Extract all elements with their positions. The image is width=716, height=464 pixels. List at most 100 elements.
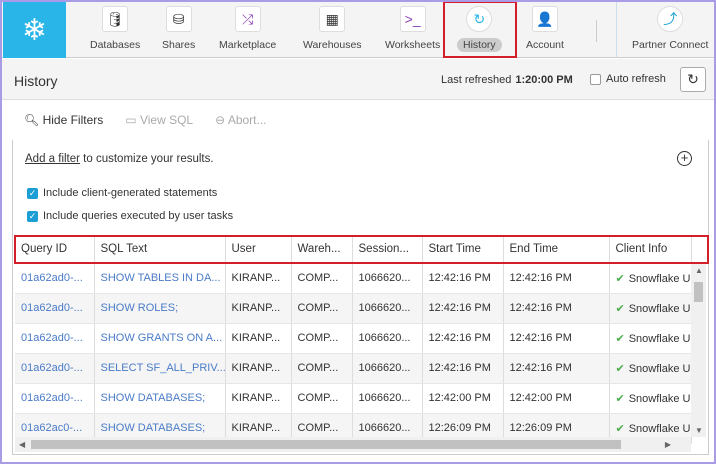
horizontal-scrollbar[interactable]: ◀ ▶	[15, 437, 691, 452]
table-row[interactable]: 01a62ad0-... SHOW DATABASES; KIRANP... COMP…	[15, 383, 692, 414]
nav-worksheets[interactable]: >_ Worksheets	[379, 6, 446, 52]
nav-warehouses[interactable]: ▦ Warehouses	[297, 6, 368, 52]
cell-text: Snowflake U	[628, 302, 691, 315]
cell-text: COMP...	[297, 362, 339, 374]
nav-partner-connect[interactable]: ⤴ Partner Connect	[626, 6, 714, 52]
header-highlight	[14, 235, 709, 264]
cell-text: COMP...	[297, 302, 339, 314]
nav-databases[interactable]: 🛢 Databases	[84, 6, 146, 52]
table-cell: 12:42:00 PM	[422, 383, 504, 414]
table-cell: 12:42:16 PM	[503, 293, 610, 324]
partner-connect-icon: ⤴	[657, 6, 684, 32]
scroll-thumb[interactable]	[31, 440, 621, 449]
cell-text: Snowflake U	[628, 422, 691, 435]
cell-text: COMP...	[297, 422, 339, 434]
database-icon: 🛢	[102, 6, 129, 32]
toolbar: 🔍︎ Hide Filters ▭ View SQL ⊖ Abort...	[24, 113, 267, 127]
cell-text: 01a62ad0-...	[21, 362, 83, 374]
last-refreshed: Last refreshed 1:20:00 PM	[441, 74, 573, 86]
scroll-up-icon[interactable]: ▲	[695, 266, 703, 275]
success-check-icon: ✔	[615, 302, 625, 315]
nav-label: Shares	[162, 39, 196, 51]
cell-text: 12:42:16 PM	[428, 302, 491, 314]
cell-text: 1066620...	[358, 362, 411, 374]
scroll-left-icon[interactable]: ◀	[19, 440, 25, 449]
table-cell: COMP...	[291, 293, 353, 324]
view-sql-button[interactable]: ▭ View SQL	[125, 113, 193, 127]
table-cell: 12:42:16 PM	[422, 353, 504, 384]
table-cell: 12:42:00 PM	[503, 383, 610, 414]
nav-marketplace[interactable]: ⤮ Marketplace	[213, 6, 282, 52]
table-cell[interactable]: SHOW TABLES IN DA...	[94, 263, 226, 294]
page-header: History Last refreshed 1:20:00 PM Auto re…	[0, 59, 716, 100]
table-cell: 12:42:16 PM	[503, 263, 610, 294]
cell-text: 12:42:16 PM	[509, 332, 572, 344]
table-cell: 1066620...	[352, 263, 423, 294]
table-cell[interactable]: 01a62ad0-...	[15, 263, 95, 294]
refresh-button[interactable]: ↻	[680, 67, 706, 92]
table-cell[interactable]: 01a62ad0-...	[15, 323, 95, 354]
table-cell[interactable]: SELECT SF_ALL_PRIV...	[94, 353, 226, 384]
auto-refresh-toggle[interactable]: Auto refresh	[590, 73, 666, 85]
view-sql-label: View SQL	[139, 113, 194, 127]
success-check-icon: ✔	[615, 422, 625, 435]
table-row[interactable]: 01a62ad0-... SHOW TABLES IN DA... KIRANP..…	[15, 263, 692, 294]
last-refreshed-label: Last refreshed	[441, 74, 512, 86]
table-cell: COMP...	[291, 323, 353, 354]
filter-search-icon: 🔍︎	[24, 113, 40, 127]
top-nav: ❄ 🛢 Databases ⛁ Shares ⤮ Marketplace ▦ Wareh…	[0, 0, 716, 58]
divider	[596, 20, 597, 42]
minus-circle-icon: ⊖	[215, 113, 226, 127]
success-check-icon: ✔	[615, 392, 625, 405]
terminal-icon: ▭	[125, 113, 137, 127]
cell-text: COMP...	[297, 332, 339, 344]
table-row[interactable]: 01a62ad0-... SHOW GRANTS ON A... KIRANP...…	[15, 323, 692, 354]
table-cell[interactable]: SHOW ROLES;	[94, 293, 226, 324]
table-row[interactable]: 01a62ad0-... SHOW ROLES; KIRANP... COMP... 1…	[15, 293, 692, 324]
cell-text: KIRANP...	[231, 272, 281, 284]
divider	[616, 2, 617, 58]
add-filter-plus-icon[interactable]: +	[677, 151, 692, 166]
nav-label: Marketplace	[219, 39, 277, 51]
table-cell: 12:42:16 PM	[503, 353, 610, 384]
include-task-queries-option[interactable]: ✓ Include queries executed by user tasks	[27, 210, 233, 222]
scroll-right-icon[interactable]: ▶	[665, 440, 671, 449]
nav-label: Worksheets	[385, 39, 441, 51]
abort-button[interactable]: ⊖ Abort...	[215, 113, 266, 127]
cell-text: 01a62ad0-...	[21, 332, 83, 344]
cell-text: Snowflake U	[628, 272, 691, 285]
auto-refresh-checkbox[interactable]	[590, 73, 601, 85]
table-cell: 1066620...	[352, 293, 423, 324]
cell-text: Snowflake U	[628, 332, 691, 345]
table-row[interactable]: 01a62ad0-... SELECT SF_ALL_PRIV... KIRANP.…	[15, 353, 692, 384]
cell-text: SHOW TABLES IN DA...	[100, 272, 221, 284]
nav-account[interactable]: 👤 Account	[520, 6, 570, 52]
option-label: Include queries executed by user tasks	[43, 210, 234, 222]
table-cell: KIRANP...	[225, 293, 292, 324]
table-cell[interactable]: SHOW DATABASES;	[94, 383, 226, 414]
checkbox-checked[interactable]: ✓	[27, 210, 38, 222]
checkbox-checked[interactable]: ✓	[27, 187, 38, 199]
success-check-icon: ✔	[615, 362, 625, 375]
scroll-down-icon[interactable]: ▼	[695, 426, 703, 435]
hide-filters-label: Hide Filters	[42, 113, 104, 127]
cell-text: 1066620...	[358, 422, 411, 434]
table-cell[interactable]: SHOW GRANTS ON A...	[94, 323, 226, 354]
include-client-statements-option[interactable]: ✓ Include client-generated statements	[27, 187, 217, 199]
hide-filters-button[interactable]: 🔍︎ Hide Filters	[24, 113, 103, 127]
cell-text: 1066620...	[358, 392, 411, 404]
table-cell: ✔ Snowflake U	[609, 263, 692, 294]
snowflake-logo[interactable]: ❄	[3, 2, 66, 58]
user-icon: 👤	[531, 6, 558, 32]
table-cell: 1066620...	[352, 353, 423, 384]
vertical-scrollbar[interactable]: ▲ ▼	[691, 264, 706, 437]
table-cell: COMP...	[291, 383, 353, 414]
table-cell[interactable]: 01a62ad0-...	[15, 383, 95, 414]
table-cell[interactable]: 01a62ad0-...	[15, 293, 95, 324]
auto-refresh-label: Auto refresh	[606, 73, 666, 85]
table-cell: 12:42:16 PM	[422, 323, 504, 354]
scroll-thumb[interactable]	[694, 282, 703, 302]
table-cell[interactable]: 01a62ad0-...	[15, 353, 95, 384]
add-filter-link[interactable]: Add a filter	[25, 153, 80, 165]
nav-shares[interactable]: ⛁ Shares	[156, 6, 201, 52]
